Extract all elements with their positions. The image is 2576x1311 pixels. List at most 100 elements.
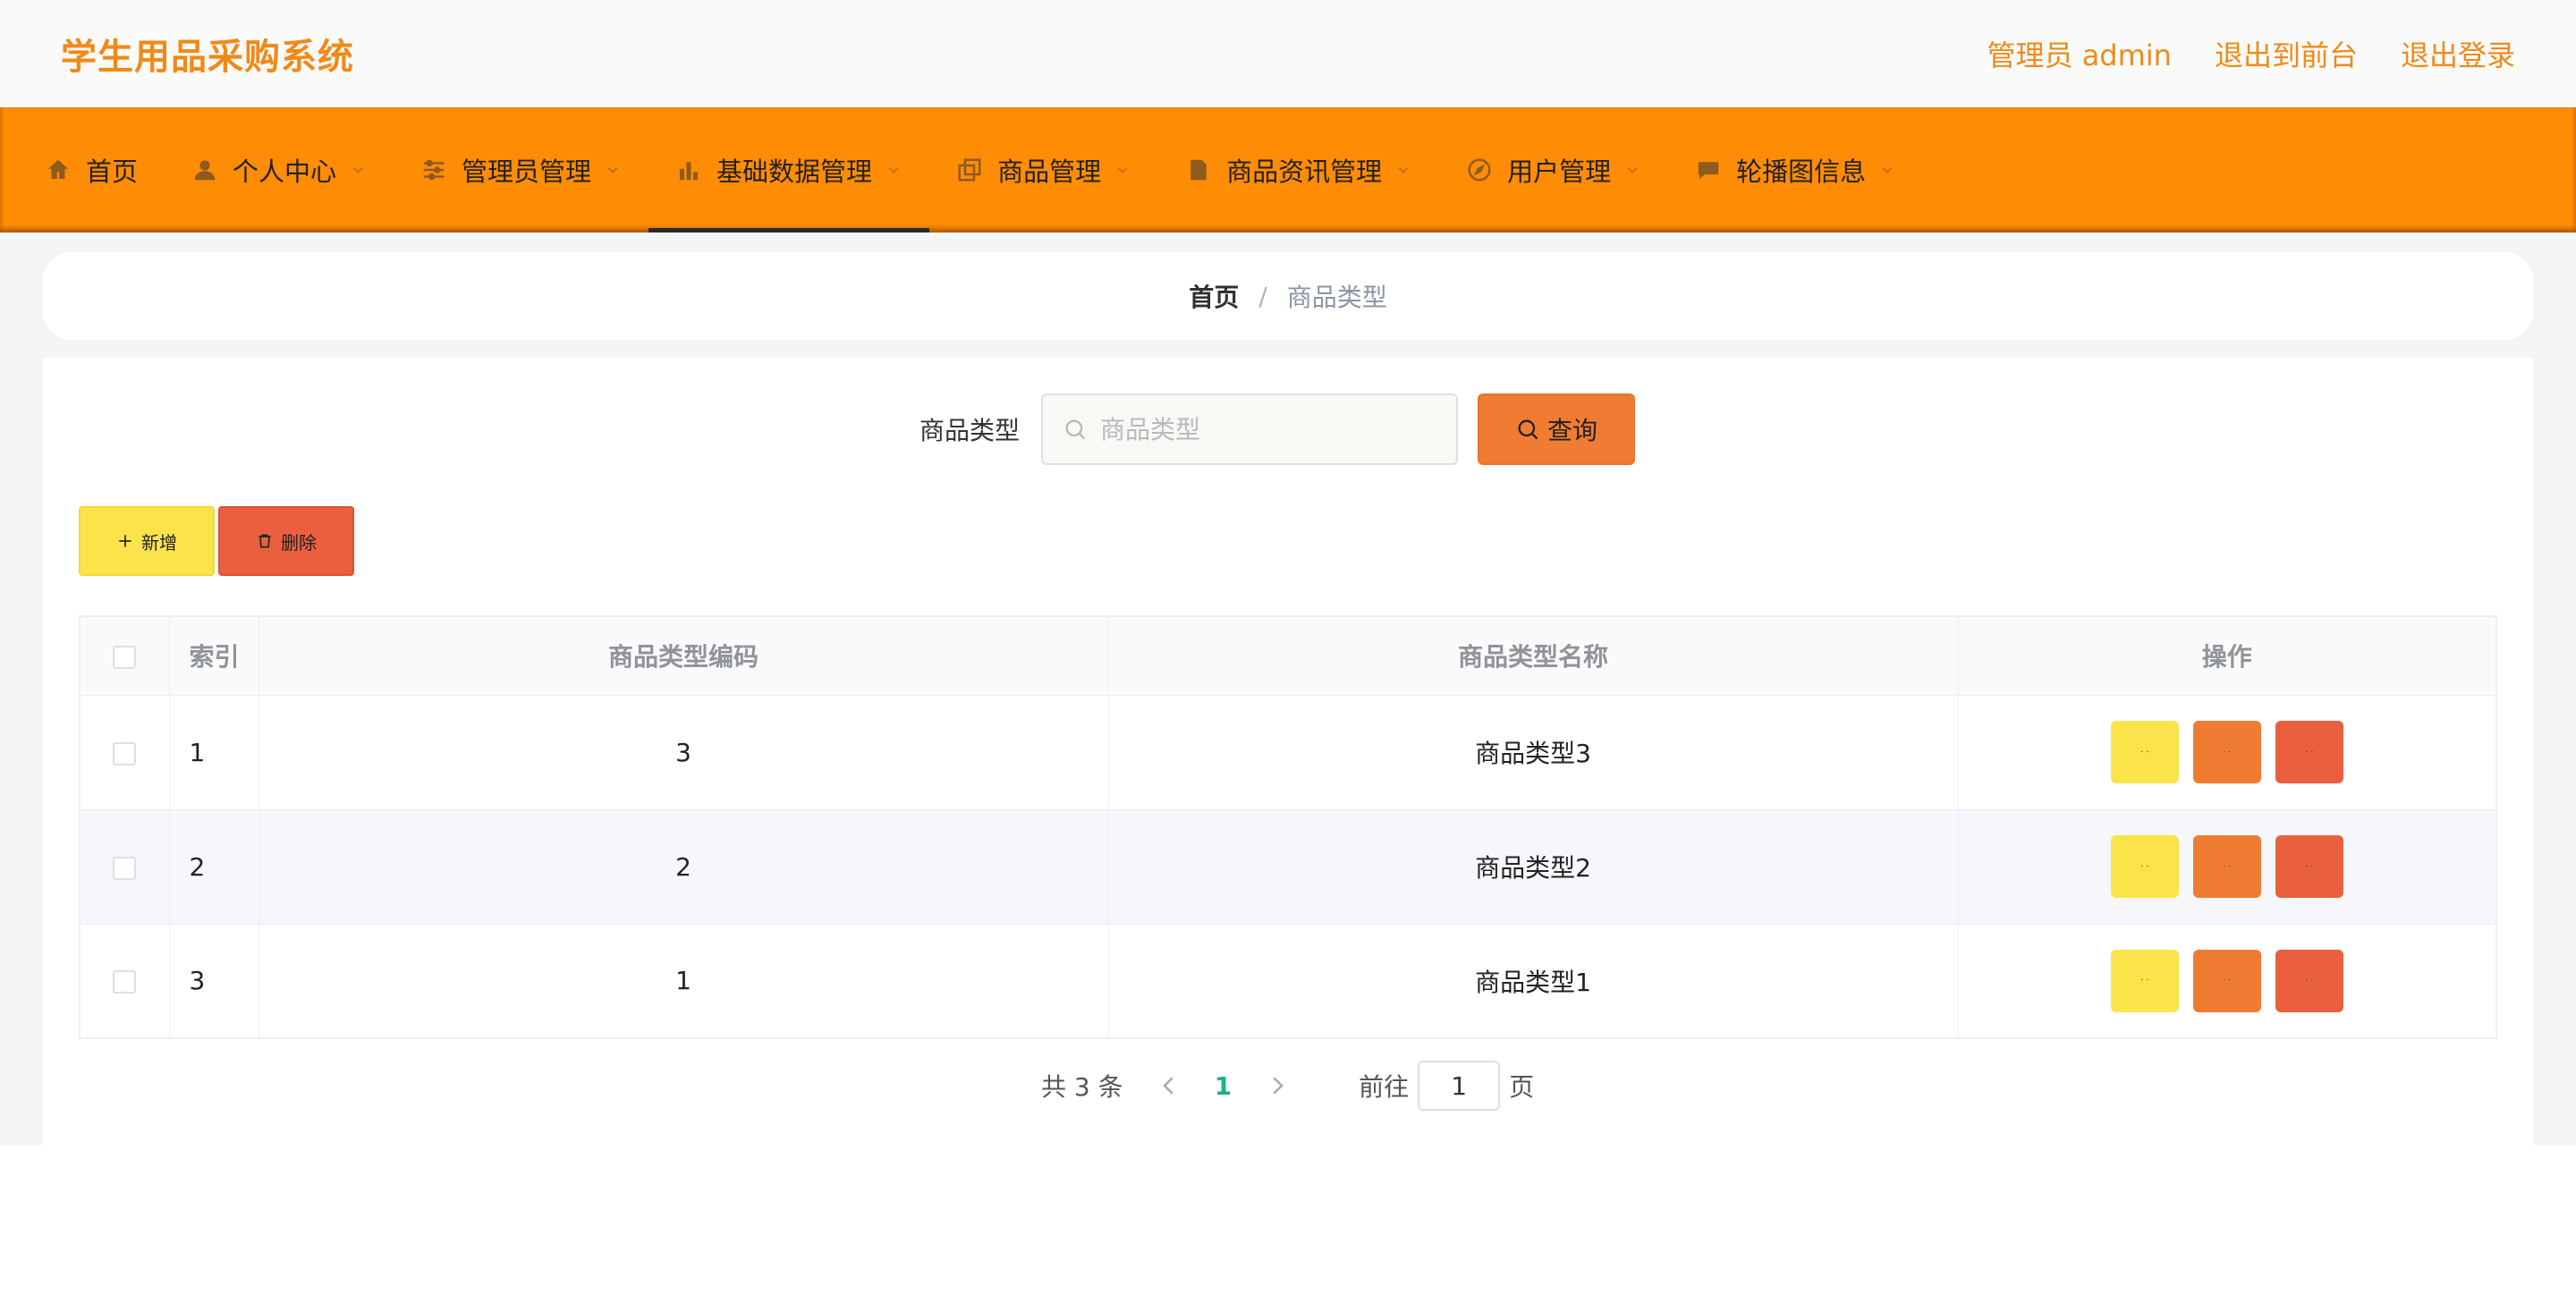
select-all-checkbox[interactable] [113,645,137,669]
bar-chart-icon [675,156,702,183]
view-row-button[interactable]: · · [2110,949,2179,1012]
compass-icon [1466,156,1493,183]
app-header: 学生用品采购系统 管理员 admin 退出到前台 退出登录 [0,0,2576,107]
action-bar: 新增 删除 [79,506,354,576]
goto-page-input[interactable] [1418,1061,1501,1111]
user-icon [191,156,218,183]
next-page-icon[interactable] [1264,1072,1291,1099]
cell-index: 2 [168,808,259,925]
cell-name: 商品类型2 [1107,808,1959,925]
search-icon [1518,419,1538,440]
column-header-name: 商品类型名称 [1107,615,1959,696]
cell-ops: · · · · · · [1957,923,2497,1039]
cell-name: 商品类型3 [1107,694,1959,810]
chevron-down-icon [1882,166,1893,173]
table-header-row: 索引 商品类型编码 商品类型名称 操作 [79,615,2497,696]
breadcrumb: 首页 / 商品类型 [43,252,2533,340]
chat-icon [1695,156,1722,183]
nav-item-label: 商品资讯管理 [1226,156,1383,187]
table-row: 2 2 商品类型2 · · · · · · [79,808,2497,925]
chevron-down-icon [607,166,618,173]
logout-link[interactable]: 退出登录 [2401,33,2515,74]
nav-item-1[interactable]: 个人中心 [165,107,394,233]
row-checkbox[interactable] [113,970,137,994]
row-select-cell [79,923,170,1039]
row-checkbox[interactable] [113,856,137,880]
nav-item-4[interactable]: 商品管理 [929,107,1158,233]
nav-item-3[interactable]: 基础数据管理 [648,107,930,233]
search-form: 商品类型 查询 [919,393,1636,465]
pagination-total: 共 3 条 [1041,1072,1123,1102]
cell-code: 2 [258,808,1109,925]
view-row-button[interactable]: · · [2110,835,2179,898]
search-label: 商品类型 [919,416,1021,445]
table-row: 3 1 商品类型1 · · · · · · [79,923,2497,1039]
goto-suffix: 页 [1509,1072,1535,1102]
home-icon [45,156,72,183]
nav-item-label: 管理员管理 [462,156,592,187]
search-icon [1065,419,1086,440]
nav-item-0[interactable]: 首页 [18,107,165,233]
cell-code: 3 [258,694,1109,810]
breadcrumb-separator: / [1258,281,1267,311]
cell-code: 1 [258,923,1109,1039]
breadcrumb-current: 商品类型 [1286,283,1387,312]
delete-row-button[interactable]: · · [2275,949,2343,1012]
row-checkbox[interactable] [113,741,137,765]
admin-account-link[interactable]: 管理员 admin [1987,33,2172,74]
nav-item-label: 首页 [86,156,139,187]
breadcrumb-home[interactable]: 首页 [1189,278,1239,314]
prev-page-icon[interactable] [1156,1072,1182,1099]
view-row-button[interactable]: · · [2110,721,2179,783]
row-select-cell [79,808,170,925]
nav-item-6[interactable]: 用户管理 [1439,107,1668,233]
cell-index: 3 [168,923,259,1039]
nav-item-label: 轮播图信息 [1736,156,1867,187]
page-number-current[interactable]: 1 [1215,1071,1232,1101]
edit-row-button[interactable]: · · [2192,949,2261,1012]
top-nav: 首页 个人中心 管理员管理 基础数据管理 商品管理 商品资讯管理 用户管理 轮播图信息 [0,107,2576,233]
add-button[interactable]: 新增 [79,506,215,576]
data-table: 索引 商品类型编码 商品类型名称 操作 1 3 商品类型3 · · · · · · 2 2 商品… [79,615,2497,1039]
nav-item-5[interactable]: 商品资讯管理 [1158,107,1439,233]
add-button-label: 新增 [141,531,177,554]
delete-row-button[interactable]: · · [2275,721,2343,783]
nav-item-label: 基础数据管理 [716,156,873,187]
goto-prefix: 前往 [1359,1072,1410,1102]
chevron-down-icon [352,166,363,173]
chevron-down-icon [1398,166,1409,173]
cell-ops: · · · · · · [1957,808,2497,925]
table-row: 1 3 商品类型3 · · · · · · [79,694,2497,810]
nav-item-label: 商品管理 [997,156,1102,187]
select-all-cell [79,615,170,696]
row-select-cell [79,694,170,810]
main-panel: 商品类型 查询 新增 删除 索引 商品类型编码 商品类型名称 操作 [43,358,2533,1145]
query-button[interactable]: 查询 [1478,393,1636,465]
chevron-down-icon [1627,166,1638,173]
nav-item-2[interactable]: 管理员管理 [394,107,648,233]
column-header-index: 索引 [168,615,259,696]
search-field[interactable] [1041,393,1459,465]
delete-row-button[interactable]: · · [2275,835,2343,898]
edit-row-button[interactable]: · · [2192,835,2261,898]
query-button-label: 查询 [1547,416,1598,445]
document-icon [1185,156,1212,183]
search-input[interactable] [1100,414,1423,444]
app-title: 学生用品采购系统 [61,37,354,78]
chevron-down-icon [1117,166,1128,173]
sliders-icon [420,156,447,183]
cell-ops: · · · · · · [1957,694,2497,810]
plus-icon [119,535,131,547]
header-links: 管理员 admin 退出到前台 退出登录 [1987,33,2515,74]
trash-icon [258,534,271,548]
chevron-down-icon [888,166,899,173]
nav-item-7[interactable]: 轮播图信息 [1668,107,1923,233]
cell-name: 商品类型1 [1107,923,1959,1039]
cell-index: 1 [168,694,259,810]
delete-button[interactable]: 删除 [218,506,354,576]
pagination: 共 3 条 1 前往 页 [1041,1061,1534,1111]
goto-page: 前往 页 [1359,1061,1534,1111]
edit-row-button[interactable]: · · [2192,721,2261,783]
column-header-code: 商品类型编码 [258,615,1109,696]
exit-to-front-link[interactable]: 退出到前台 [2215,33,2358,74]
